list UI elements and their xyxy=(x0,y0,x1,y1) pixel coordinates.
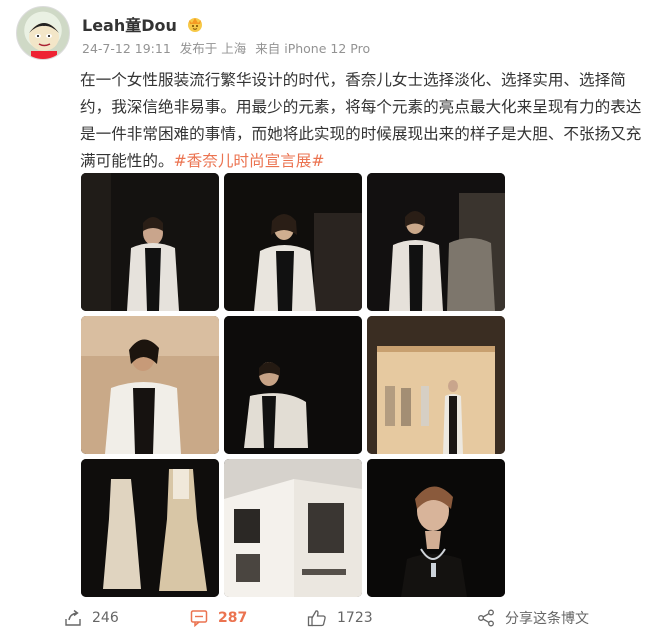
author-name-text[interactable]: Leah童Dou xyxy=(82,16,177,35)
photo-5[interactable] xyxy=(224,316,362,454)
photo-9[interactable] xyxy=(367,459,505,597)
photo-8[interactable] xyxy=(224,459,362,597)
share-icon xyxy=(478,609,494,627)
share-button[interactable]: 分享这条博文 xyxy=(477,604,589,632)
photo-1[interactable] xyxy=(81,173,219,311)
author-name[interactable]: Leah童Dou xyxy=(82,12,204,37)
photo-6[interactable] xyxy=(367,316,505,454)
like-icon xyxy=(307,610,326,627)
photo-4[interactable] xyxy=(81,316,219,454)
like-count: 1723 xyxy=(337,610,373,626)
photo-2[interactable] xyxy=(224,173,362,311)
avatar[interactable] xyxy=(16,6,70,60)
like-button[interactable]: 1723 xyxy=(307,604,373,632)
avatar-image xyxy=(29,23,59,59)
post-meta: 24-7-12 19:11 发布于 上海 来自 iPhone 12 Pro xyxy=(82,38,375,57)
comment-button[interactable]: 287 xyxy=(190,604,247,632)
repost-button[interactable]: 246 xyxy=(64,604,119,632)
post-body-text: 在一个女性服装流行繁华设计的时代，香奈儿女士选择淡化、选择实用、选择简约，我深信… xyxy=(80,71,642,170)
vip-badge-icon[interactable] xyxy=(186,15,204,37)
repost-icon xyxy=(65,609,81,626)
post-date[interactable]: 24-7-12 19:11 xyxy=(82,41,171,56)
comment-icon xyxy=(190,610,208,627)
action-bar: 246 287 1723 分享这条博文 xyxy=(0,604,660,632)
repost-count: 246 xyxy=(92,610,119,626)
post-source: 来自 iPhone 12 Pro xyxy=(255,41,371,56)
share-label: 分享这条博文 xyxy=(505,611,589,627)
comment-count: 287 xyxy=(218,610,248,626)
post-body: 在一个女性服装流行繁华设计的时代，香奈儿女士选择淡化、选择实用、选择简约，我深信… xyxy=(80,67,642,175)
post-header: Leah童Dou 24-7-12 19:11 发布于 上海 来自 iPhone … xyxy=(16,6,646,62)
post-location: 发布于 上海 xyxy=(179,41,247,56)
hashtag-link[interactable]: #香奈儿时尚宣言展# xyxy=(174,152,325,170)
photo-3[interactable] xyxy=(367,173,505,311)
photo-7[interactable] xyxy=(81,459,219,597)
